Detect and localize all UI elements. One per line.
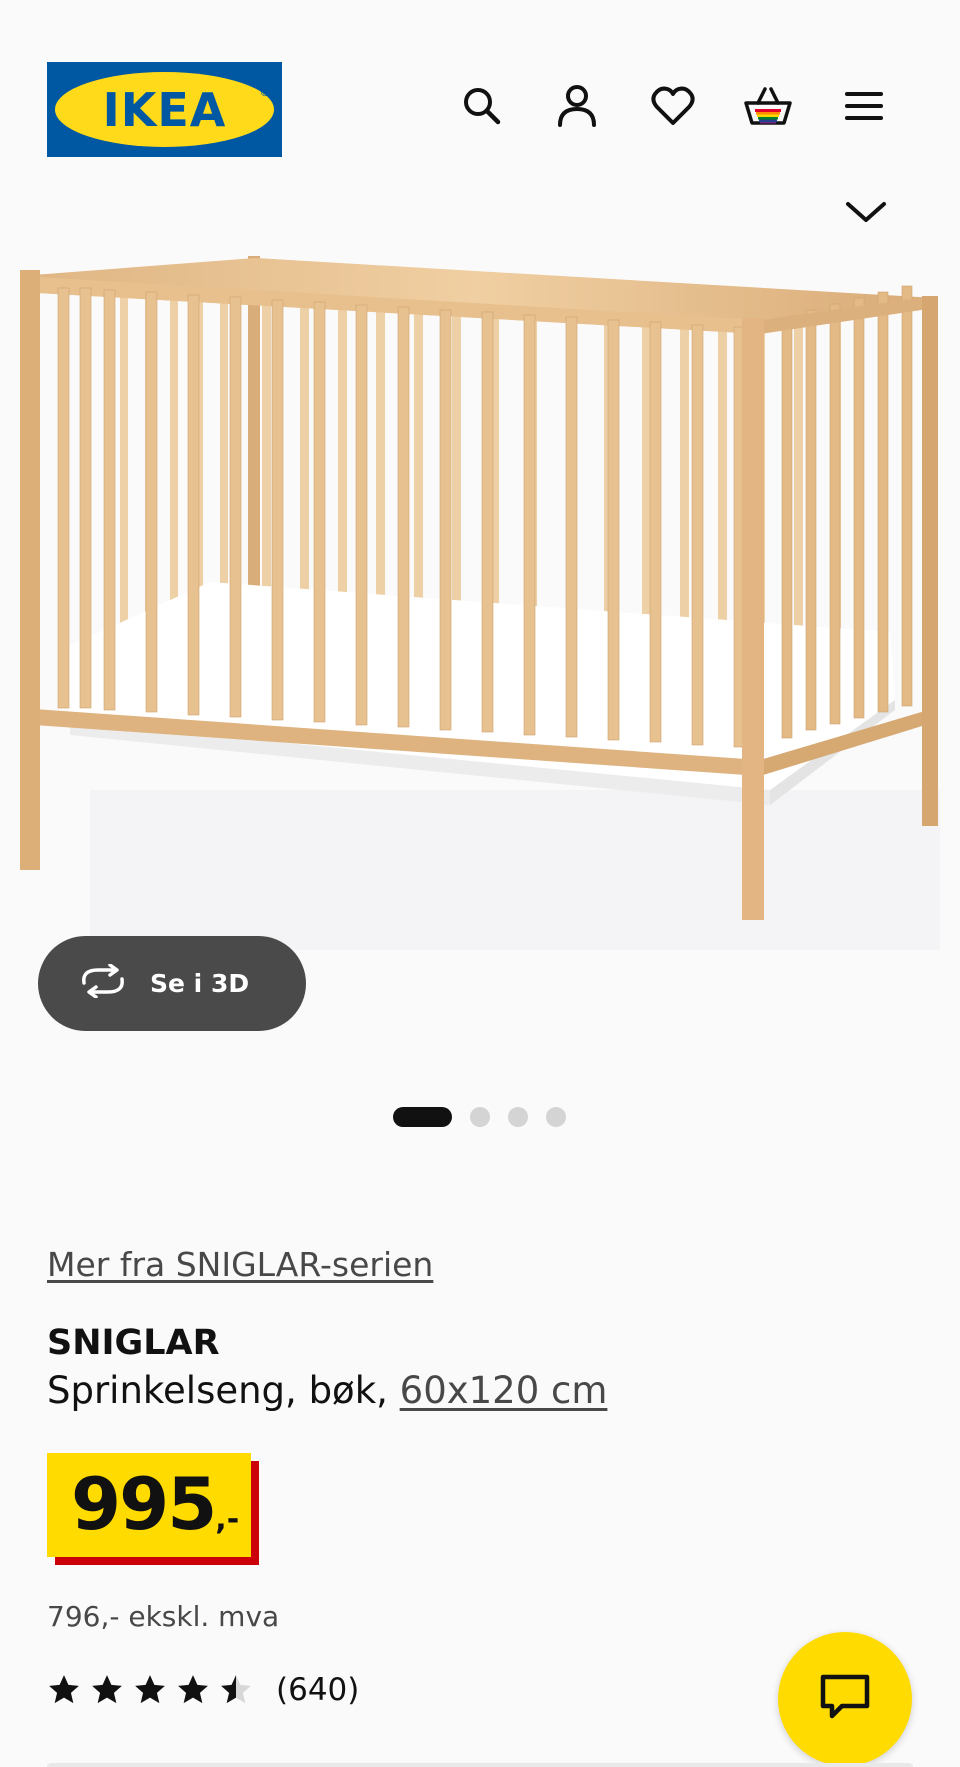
rotate-3d-icon xyxy=(78,963,128,1003)
carousel-dot-2[interactable] xyxy=(470,1107,490,1127)
star-icon xyxy=(49,1675,79,1704)
menu-icon[interactable] xyxy=(838,80,890,132)
user-icon[interactable] xyxy=(551,80,603,132)
price-suffix: ,- xyxy=(215,1502,240,1537)
price-excl-vat: 796,- ekskl. mva xyxy=(47,1600,280,1633)
view-3d-label: Se i 3D xyxy=(150,969,250,998)
product-image[interactable] xyxy=(0,230,960,950)
star-icon xyxy=(92,1675,122,1704)
heart-icon[interactable] xyxy=(647,80,699,132)
product-description: Sprinkelseng, bøk, 60x120 cm xyxy=(47,1369,607,1412)
price-integer: 995 xyxy=(71,1462,217,1546)
chat-icon xyxy=(818,1672,872,1727)
view-3d-button[interactable]: Se i 3D xyxy=(38,936,306,1031)
crib-illustration xyxy=(20,256,940,950)
half-star-icon xyxy=(221,1675,251,1704)
carousel-indicator xyxy=(393,1107,566,1127)
star-icon xyxy=(178,1675,208,1704)
header: IKEA ® xyxy=(0,0,960,222)
bottom-panel-edge xyxy=(47,1763,913,1767)
review-count: (640) xyxy=(276,1672,360,1708)
rating[interactable]: (640) xyxy=(47,1672,359,1708)
registered-mark: ® xyxy=(260,87,269,99)
carousel-dot-1[interactable] xyxy=(393,1107,452,1127)
price-box: 995 ,- xyxy=(47,1453,251,1557)
product-name: SNIGLAR xyxy=(47,1323,220,1363)
search-icon[interactable] xyxy=(456,80,508,132)
product-type: Sprinkelseng, bøk, xyxy=(47,1369,388,1412)
carousel-dot-4[interactable] xyxy=(546,1107,566,1127)
price-tag: 995 ,- xyxy=(47,1453,259,1565)
basket-icon[interactable] xyxy=(742,80,794,132)
series-link[interactable]: Mer fra SNIGLAR-serien xyxy=(47,1245,433,1284)
ikea-logo[interactable]: IKEA ® xyxy=(47,62,282,157)
carousel-dot-3[interactable] xyxy=(508,1107,528,1127)
size-link[interactable]: 60x120 cm xyxy=(400,1369,608,1412)
logo-text: IKEA xyxy=(102,82,227,137)
chevron-down-icon[interactable] xyxy=(840,196,892,232)
star-icon xyxy=(135,1675,165,1704)
chat-button[interactable] xyxy=(778,1632,912,1766)
